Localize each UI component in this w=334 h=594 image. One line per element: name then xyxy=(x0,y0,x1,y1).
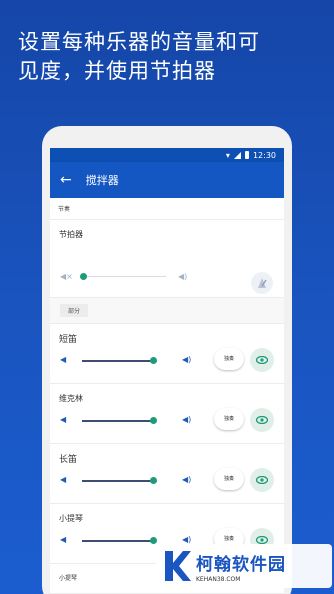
status-time: 12:30 xyxy=(252,150,276,160)
metronome-label: 节拍器 xyxy=(59,230,83,239)
app-bar-title: 搅拌器 xyxy=(85,174,119,187)
solo-button[interactable]: 独奏 xyxy=(214,348,244,370)
tempo-label: 节奏 xyxy=(58,206,71,213)
instrument-name: 短笛 xyxy=(59,335,78,345)
visibility-toggle[interactable] xyxy=(250,408,274,432)
instrument-volume-slider[interactable] xyxy=(82,360,156,362)
phone-frame: ▾ 12:30 ← 搅拌器 节奏 节拍器 ◀× ◀) 部分 短笛 ◀ ◀) 独奏… xyxy=(42,126,292,594)
wifi-icon: ▾ xyxy=(225,150,230,160)
solo-button[interactable]: 独奏 xyxy=(214,408,244,430)
signal-icon xyxy=(233,151,241,159)
metronome-row: 节拍器 ◀× ◀) xyxy=(50,220,284,298)
instrument-volume-slider[interactable] xyxy=(82,480,156,482)
volume-up-icon[interactable]: ◀) xyxy=(182,535,191,544)
eye-icon xyxy=(256,536,268,544)
headline-line-1: 设置每种乐器的音量和可 xyxy=(18,30,260,54)
solo-button[interactable]: 独奏 xyxy=(214,468,244,490)
instrument-name: 小提琴 xyxy=(59,514,83,523)
volume-up-icon[interactable]: ◀) xyxy=(182,475,191,484)
instrument-volume-slider[interactable] xyxy=(82,540,156,542)
instrument-row: 维克林 ◀ ◀) 独奏 xyxy=(50,384,284,444)
volume-up-icon[interactable]: ◀) xyxy=(182,355,191,364)
volume-up-icon[interactable]: ◀) xyxy=(178,272,187,281)
kehan-logo-icon xyxy=(165,551,191,581)
volume-up-icon[interactable]: ◀) xyxy=(182,415,191,424)
instrument-slider-knob[interactable] xyxy=(150,477,157,484)
volume-down-icon[interactable]: ◀ xyxy=(60,535,66,544)
volume-down-icon[interactable]: ◀ xyxy=(60,475,66,484)
volume-mute-icon[interactable]: ◀× xyxy=(60,272,73,281)
instrument-slider-knob[interactable] xyxy=(150,357,157,364)
visibility-toggle[interactable] xyxy=(250,468,274,492)
watermark-title: 柯翰软件园 xyxy=(196,554,286,575)
headline: 设置每种乐器的音量和可 见度，并使用节拍器 xyxy=(18,28,318,86)
watermark-subtitle: KEHAN38.COM xyxy=(196,575,241,583)
back-arrow-icon[interactable]: ← xyxy=(60,173,72,187)
instrument-slider-knob[interactable] xyxy=(150,417,157,424)
metronome-volume-slider[interactable] xyxy=(82,276,166,277)
app-bar: ← 搅拌器 xyxy=(50,162,284,198)
parts-label: 部分 xyxy=(60,304,89,317)
eye-icon xyxy=(256,416,268,424)
metronome-icon xyxy=(258,278,267,288)
visibility-toggle[interactable] xyxy=(250,348,274,372)
instrument-name: 维克林 xyxy=(59,394,83,403)
instrument-row: 长笛 ◀ ◀) 独奏 xyxy=(50,444,284,504)
metronome-toggle-button[interactable] xyxy=(251,272,273,294)
status-bar: ▾ 12:30 xyxy=(50,148,284,162)
app-screen: ▾ 12:30 ← 搅拌器 节奏 节拍器 ◀× ◀) 部分 短笛 ◀ ◀) 独奏… xyxy=(50,148,284,594)
headline-line-2: 见度，并使用节拍器 xyxy=(18,59,216,83)
instrument-volume-slider[interactable] xyxy=(82,420,156,422)
eye-icon xyxy=(256,476,268,484)
eye-icon xyxy=(256,356,268,364)
battery-icon xyxy=(244,151,249,159)
instrument-row: 短笛 ◀ ◀) 独奏 xyxy=(50,324,284,384)
parts-section: 部分 xyxy=(50,298,284,324)
volume-down-icon[interactable]: ◀ xyxy=(60,355,66,364)
mixer-content: 节奏 节拍器 ◀× ◀) 部分 短笛 ◀ ◀) 独奏 维克林 ◀ ◀) 独奏 长… xyxy=(50,198,284,594)
instrument-name: 长笛 xyxy=(59,455,78,465)
instrument-name: 小提琴 xyxy=(59,575,78,582)
instrument-slider-knob[interactable] xyxy=(150,537,157,544)
volume-down-icon[interactable]: ◀ xyxy=(60,415,66,424)
tempo-section: 节奏 xyxy=(50,198,284,220)
metronome-slider-knob[interactable] xyxy=(80,273,87,280)
watermark-logo: 柯翰软件园 KEHAN38.COM xyxy=(156,544,332,588)
